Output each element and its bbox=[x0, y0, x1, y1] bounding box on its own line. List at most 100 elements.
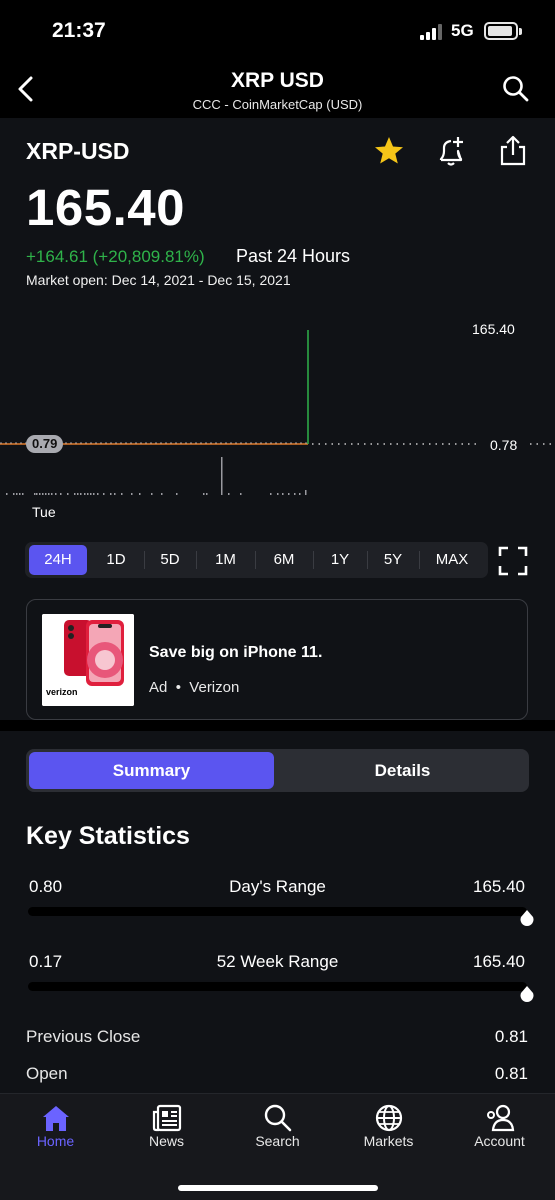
section-divider bbox=[0, 720, 555, 731]
day-range-label: Day's Range bbox=[229, 877, 326, 896]
volume-bar bbox=[39, 493, 41, 495]
price-change: +164.61 (+20,809.81%) bbox=[26, 247, 205, 266]
volume-bar bbox=[161, 493, 163, 495]
volume-bar bbox=[203, 493, 205, 495]
tab-label: Home bbox=[36, 1133, 75, 1149]
ticker-symbol: XRP-USD bbox=[26, 138, 130, 164]
ad-image: verizon bbox=[42, 614, 134, 706]
range-5y[interactable]: 5Y bbox=[368, 545, 418, 575]
chart-baseline-label: 0.78 bbox=[490, 437, 518, 453]
tab-label: Markets bbox=[363, 1133, 414, 1149]
news-icon bbox=[152, 1104, 182, 1132]
page-title: XRP USD bbox=[231, 69, 324, 92]
tab-home[interactable]: Home bbox=[0, 1094, 111, 1164]
volume-bar bbox=[19, 493, 21, 495]
range-selector: 24H 1D 5D 1M 6M 1Y 5Y MAX bbox=[25, 542, 488, 578]
week52-range-marker bbox=[520, 986, 534, 1002]
volume-bar bbox=[121, 493, 123, 495]
volume-bar bbox=[176, 493, 178, 495]
week52-range-label: 52 Week Range bbox=[216, 952, 339, 971]
tab-details[interactable]: Details bbox=[279, 752, 526, 789]
day-range-marker bbox=[520, 910, 534, 926]
stat-label: Previous Close bbox=[26, 1027, 141, 1046]
share-icon[interactable] bbox=[496, 134, 530, 168]
ad-sponsor: Verizon bbox=[189, 679, 240, 696]
volume-bar bbox=[13, 493, 15, 495]
range-max[interactable]: MAX bbox=[420, 545, 484, 575]
stat-label: Open bbox=[26, 1064, 68, 1083]
bottom-tab-bar: Home News Search Markets Account bbox=[0, 1093, 555, 1200]
status-time: 21:37 bbox=[52, 19, 106, 42]
fullscreen-icon[interactable] bbox=[497, 545, 529, 577]
range-5d[interactable]: 5D bbox=[145, 545, 195, 575]
day-range-track bbox=[28, 907, 527, 916]
ad-title: Save big on iPhone 11. bbox=[149, 644, 323, 661]
volume-bar bbox=[270, 493, 272, 495]
globe-icon bbox=[375, 1104, 403, 1132]
ad-card[interactable]: verizon Save big on iPhone 11. Ad • Veri… bbox=[26, 599, 528, 720]
volume-bar bbox=[294, 493, 296, 495]
volume-bar bbox=[305, 490, 307, 495]
volume-bar bbox=[288, 493, 290, 495]
range-24h[interactable]: 24H bbox=[29, 545, 87, 575]
key-statistics-title: Key Statistics bbox=[26, 822, 190, 850]
home-icon bbox=[43, 1106, 69, 1131]
tab-markets[interactable]: Markets bbox=[333, 1094, 444, 1164]
network-label: 5G bbox=[451, 21, 474, 40]
page-subtitle: CCC - CoinMarketCap (USD) bbox=[192, 97, 363, 112]
tab-label: Search bbox=[255, 1133, 300, 1149]
tab-label: News bbox=[148, 1133, 184, 1149]
volume-bar bbox=[139, 493, 141, 495]
current-price: 165.40 bbox=[26, 179, 185, 236]
volume-bar bbox=[93, 493, 95, 495]
volume-bar bbox=[90, 493, 92, 495]
day-range-high: 165.40 bbox=[473, 877, 525, 896]
volume-bar bbox=[114, 493, 116, 495]
summary-details-toggle: Summary Details bbox=[26, 749, 529, 792]
volume-bar bbox=[110, 493, 112, 495]
volume-bar bbox=[6, 493, 8, 495]
price-chart-svg bbox=[0, 330, 555, 495]
chart-x-label: Tue bbox=[32, 504, 56, 520]
stat-value: 0.81 bbox=[494, 1064, 528, 1083]
volume-bar bbox=[103, 493, 105, 495]
volume-bar bbox=[282, 493, 284, 495]
volume-bar bbox=[55, 493, 57, 495]
range-6m[interactable]: 6M bbox=[256, 545, 312, 575]
home-indicator bbox=[178, 1185, 378, 1191]
tab-label: Account bbox=[474, 1133, 525, 1149]
search-icon[interactable] bbox=[501, 74, 531, 104]
volume-bar bbox=[48, 493, 50, 495]
add-alert-icon[interactable] bbox=[434, 134, 468, 168]
volume-bar bbox=[74, 493, 76, 495]
volume-bar bbox=[51, 493, 53, 495]
volume-bar bbox=[67, 493, 69, 495]
volume-bar bbox=[221, 457, 223, 495]
volume-bar bbox=[240, 493, 242, 495]
battery-icon bbox=[484, 22, 522, 40]
tab-news[interactable]: News bbox=[111, 1094, 222, 1164]
volume-bar bbox=[97, 493, 99, 495]
tab-summary[interactable]: Summary bbox=[29, 752, 274, 789]
range-1y[interactable]: 1Y bbox=[314, 545, 366, 575]
tab-search[interactable]: Search bbox=[222, 1094, 333, 1164]
volume-bar bbox=[45, 493, 47, 495]
volume-bar bbox=[42, 493, 44, 495]
nav-bar: XRP USD CCC - CoinMarketCap (USD) bbox=[0, 60, 555, 118]
range-1m[interactable]: 1M bbox=[197, 545, 254, 575]
star-icon[interactable] bbox=[372, 134, 406, 168]
prev-close-badge: 0.79 bbox=[26, 435, 64, 453]
range-1d[interactable]: 1D bbox=[89, 545, 143, 575]
volume-bar bbox=[34, 493, 36, 495]
volume-bar bbox=[277, 493, 279, 495]
volume-bar bbox=[36, 493, 38, 495]
volume-bar bbox=[87, 493, 89, 495]
volume-bar bbox=[77, 493, 79, 495]
tab-account[interactable]: Account bbox=[444, 1094, 555, 1164]
market-open-text: Market open: Dec 14, 2021 - Dec 15, 2021 bbox=[26, 272, 291, 288]
price-chart[interactable]: 0.79 165.40 0.78 Tue bbox=[0, 308, 555, 528]
search-icon bbox=[264, 1104, 292, 1132]
volume-bar bbox=[228, 493, 230, 495]
volume-bar bbox=[60, 493, 62, 495]
volume-bar bbox=[84, 493, 86, 495]
